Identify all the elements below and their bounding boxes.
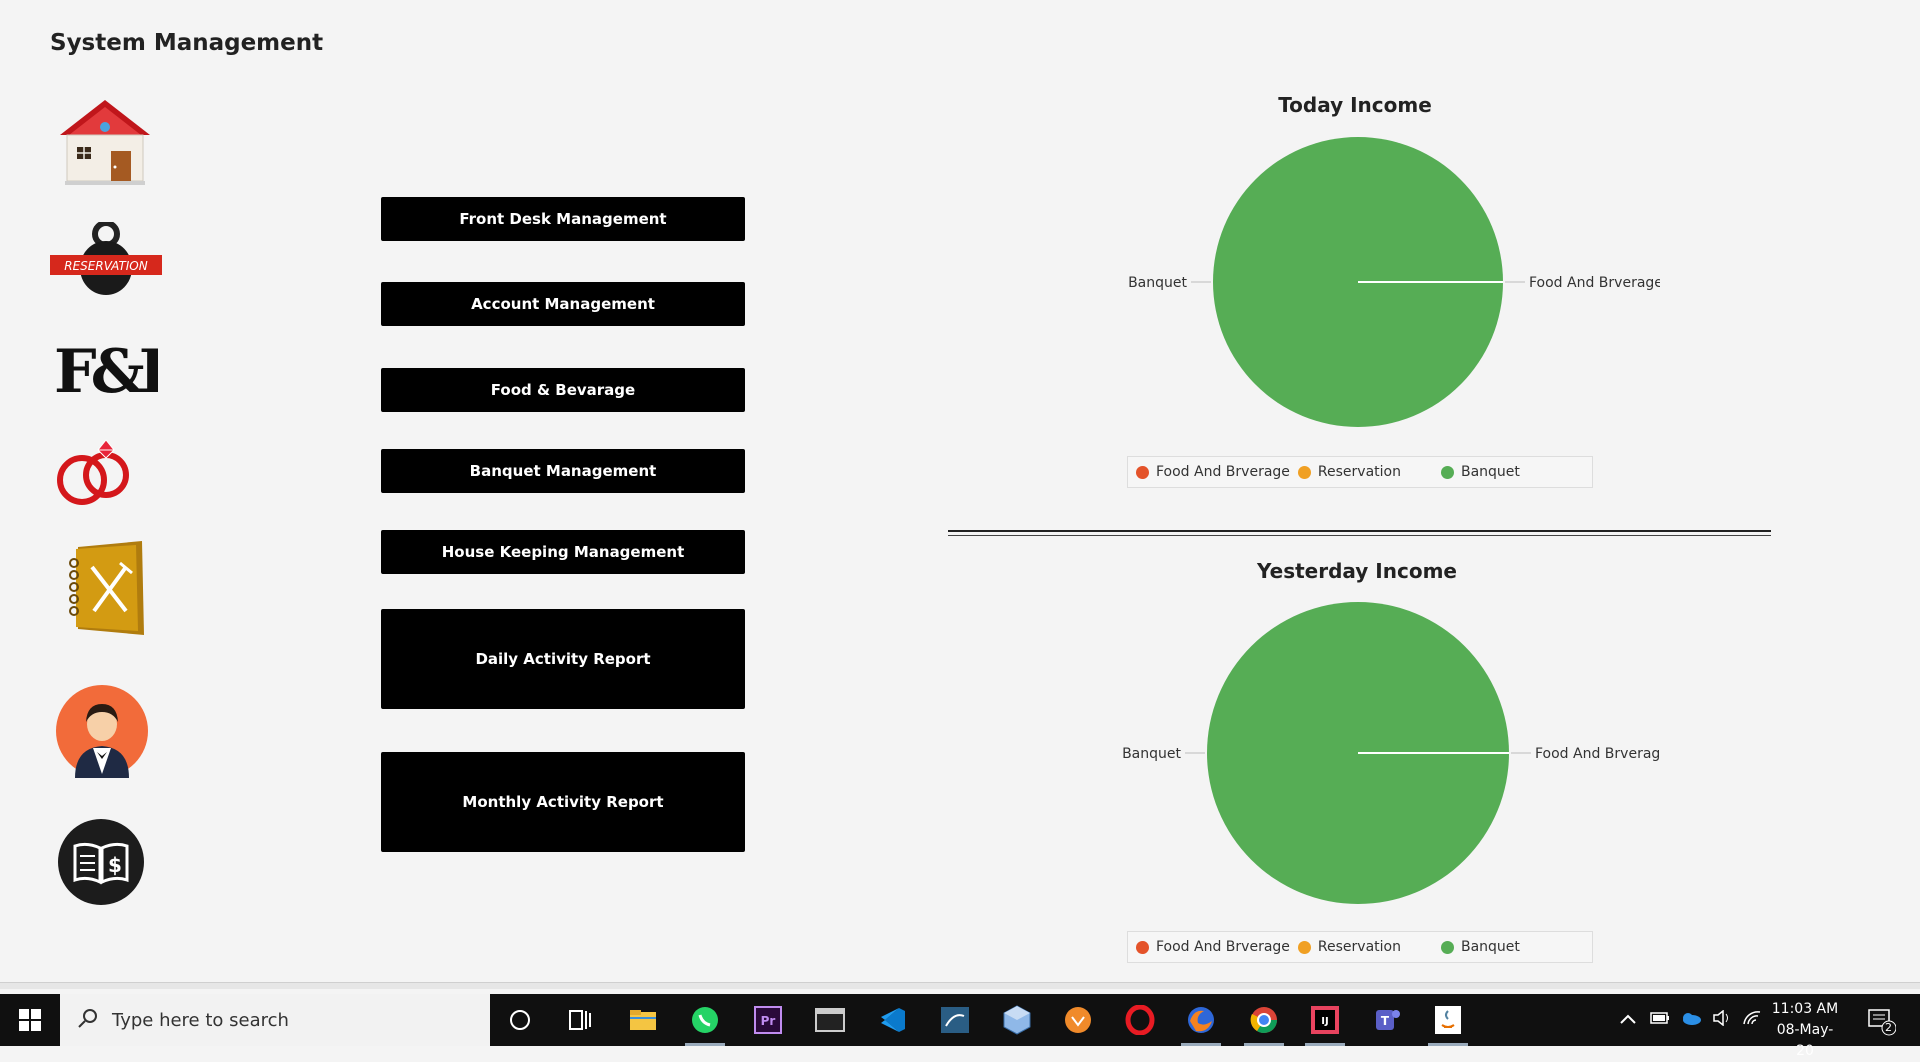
- legend-item: Food And Brverage: [1136, 939, 1290, 955]
- banquet-button[interactable]: Banquet Management: [381, 449, 745, 493]
- taskbar-clock[interactable]: 11:03 AM 08-May-20: [1770, 999, 1840, 1062]
- legend-item: Banquet: [1440, 464, 1520, 480]
- onedrive-icon[interactable]: [1680, 1011, 1702, 1029]
- housekeeping-button[interactable]: House Keeping Management: [381, 530, 745, 574]
- legend-swatch: [1297, 940, 1311, 954]
- today-chart-title: Today Income: [1278, 93, 1432, 117]
- svg-text:$: $: [108, 853, 122, 877]
- taskbar: Type here to search Pr IJ T 11:03 AM 08-…: [0, 994, 1920, 1059]
- clock-time: 11:03 AM: [1771, 1001, 1839, 1017]
- legend-item: Reservation: [1297, 464, 1401, 480]
- ledger-dollar-icon[interactable]: $: [57, 818, 145, 906]
- virtualbox-icon[interactable]: [997, 1000, 1037, 1040]
- legend-swatch: [1440, 940, 1454, 954]
- legend-swatch: [1136, 465, 1149, 479]
- brave-icon[interactable]: [1058, 1000, 1098, 1040]
- chrome-icon[interactable]: [1244, 1000, 1284, 1046]
- reservation-icon[interactable]: RESERVATION: [50, 222, 162, 296]
- svg-text:T: T: [1381, 1014, 1390, 1028]
- yesterday-chart-title: Yesterday Income: [1257, 559, 1457, 583]
- legend-swatch: [1440, 465, 1454, 479]
- windows-start-icon[interactable]: [0, 994, 60, 1046]
- housekeeper-avatar-icon[interactable]: [55, 684, 149, 778]
- legend-label: Food And Brverage: [1156, 464, 1290, 480]
- app-window: System Management RESERVATION F&B: [0, 0, 1920, 989]
- java-icon[interactable]: [1428, 1000, 1468, 1046]
- premiere-icon[interactable]: Pr: [748, 1000, 788, 1040]
- legend-swatch: [1136, 940, 1149, 954]
- legend-label: Banquet: [1460, 939, 1520, 955]
- slice-label-left: Banquet: [1122, 746, 1181, 762]
- wedding-rings-icon[interactable]: [54, 430, 144, 510]
- fb-logo-icon[interactable]: F&B: [54, 338, 158, 398]
- food-beverage-button[interactable]: Food & Bevarage: [381, 368, 745, 412]
- svg-text:IJ: IJ: [1321, 1016, 1328, 1027]
- vscode-icon[interactable]: [873, 1000, 913, 1040]
- slice-label-left: Banquet: [1128, 275, 1187, 291]
- legend-swatch: [1297, 465, 1311, 479]
- file-explorer-icon[interactable]: [623, 1000, 663, 1040]
- whatsapp-icon[interactable]: [685, 1000, 725, 1046]
- status-bar: [0, 982, 1920, 989]
- daily-report-button[interactable]: Daily Activity Report: [381, 609, 745, 709]
- mysql-workbench-icon[interactable]: [935, 1000, 975, 1040]
- front-desk-button[interactable]: Front Desk Management: [381, 197, 745, 241]
- wifi-icon[interactable]: [1742, 1010, 1762, 1030]
- volume-icon[interactable]: [1712, 1009, 1732, 1030]
- fb-logo-text: F&B: [54, 338, 158, 398]
- yesterday-chart-legend: Food And Brverage Reservation Banquet: [1127, 931, 1593, 963]
- svg-text:Pr: Pr: [761, 1014, 776, 1028]
- chevron-up-icon[interactable]: [1620, 1012, 1636, 1028]
- slice-label-right: Food And Brverage: [1535, 746, 1660, 762]
- legend-label: Banquet: [1460, 464, 1520, 480]
- today-chart-legend: Food And Brverage Reservation Banquet: [1127, 456, 1593, 488]
- notification-count: 2: [1885, 1021, 1892, 1034]
- legend-item: Reservation: [1297, 939, 1401, 955]
- page-title: System Management: [50, 30, 324, 56]
- task-view-icon[interactable]: [560, 1000, 600, 1040]
- terminal-icon[interactable]: [810, 1000, 850, 1040]
- legend-label: Food And Brverage: [1156, 939, 1290, 955]
- account-button[interactable]: Account Management: [381, 282, 745, 326]
- opera-icon[interactable]: [1120, 1000, 1160, 1040]
- system-tray: [1620, 994, 1762, 1046]
- search-icon: [78, 1008, 98, 1033]
- firefox-icon[interactable]: [1181, 1000, 1221, 1046]
- slice-label-right: Food And Brverage: [1529, 275, 1660, 291]
- reservation-icon-text: RESERVATION: [64, 259, 148, 273]
- legend-label: Reservation: [1317, 464, 1401, 480]
- search-placeholder: Type here to search: [112, 1009, 289, 1031]
- taskbar-search[interactable]: Type here to search: [60, 994, 490, 1046]
- cortana-icon[interactable]: [500, 1000, 540, 1040]
- today-income-pie: Banquet Food And Brverage: [1128, 137, 1660, 427]
- clock-date: 08-May-20: [1776, 1022, 1834, 1059]
- battery-icon[interactable]: [1650, 1012, 1670, 1028]
- legend-item: Food And Brverage: [1136, 464, 1290, 480]
- teams-icon[interactable]: T: [1367, 1000, 1407, 1040]
- legend-label: Reservation: [1317, 939, 1401, 955]
- legend-item: Banquet: [1440, 939, 1520, 955]
- yesterday-income-pie: Banquet Food And Brverage: [1122, 602, 1660, 904]
- intellij-icon[interactable]: IJ: [1305, 1000, 1345, 1046]
- monthly-report-button[interactable]: Monthly Activity Report: [381, 752, 745, 852]
- restaurant-menu-icon[interactable]: [66, 541, 148, 635]
- home-icon[interactable]: [55, 95, 155, 185]
- notification-center-icon[interactable]: 2: [1866, 1006, 1897, 1036]
- chart-divider: [948, 530, 1771, 536]
